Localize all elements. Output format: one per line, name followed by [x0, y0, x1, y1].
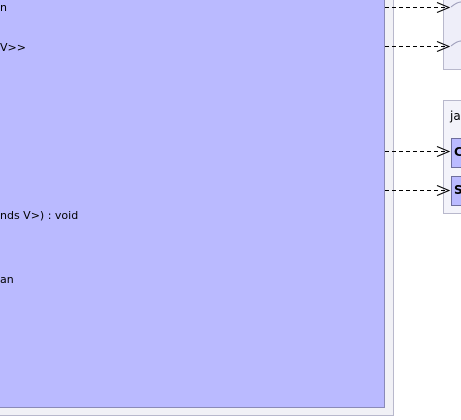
dependency-arrow-4 — [385, 185, 451, 196]
class-member-3: nds V>) : void — [0, 209, 79, 222]
package-item-s[interactable]: S — [451, 176, 461, 206]
dependency-arrow-1 — [385, 2, 451, 13]
class-member-1: n — [0, 1, 7, 14]
dependency-arrow-3 — [385, 146, 451, 157]
package-box[interactable]: ja C S — [443, 100, 461, 214]
target-class-box-top[interactable] — [443, 0, 461, 70]
package-item-s-label: S — [454, 183, 461, 197]
class-box[interactable] — [0, 0, 385, 408]
dependency-arrow-2 — [385, 41, 451, 52]
class-member-4: an — [0, 273, 14, 286]
package-item-c[interactable]: C — [451, 138, 461, 168]
package-title: ja — [450, 109, 461, 123]
class-member-2: V>> — [0, 41, 26, 54]
package-item-c-label: C — [454, 145, 461, 159]
uml-diagram-canvas: n V>> nds V>) : void an ja C S — [0, 0, 461, 420]
